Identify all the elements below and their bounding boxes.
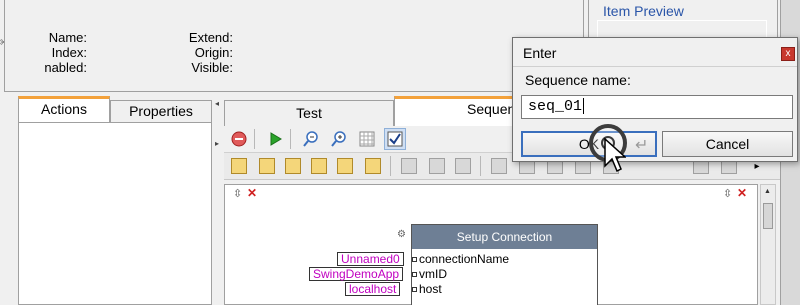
port-connector-icon <box>412 287 417 293</box>
play-icon <box>270 132 282 146</box>
port-name: connectionName <box>419 252 510 266</box>
zoom-in-icon <box>331 131 346 147</box>
sequence-name-value: seq_01 <box>528 98 583 115</box>
grid-button[interactable] <box>356 128 378 150</box>
distribute-horizontal-button[interactable] <box>398 155 420 177</box>
node-port[interactable]: vmID <box>412 267 447 281</box>
distribute-horizontal-icon <box>401 158 417 174</box>
zoom-in-button[interactable] <box>328 128 350 150</box>
tab-sequence[interactable]: Sequen <box>394 96 524 126</box>
dialog-title: Enter <box>523 45 557 61</box>
port-connector-icon <box>412 257 417 263</box>
port-name: vmID <box>419 267 447 281</box>
port-value-vmid[interactable]: SwingDemoApp <box>309 267 404 281</box>
align-bottom-icon <box>365 158 381 174</box>
sequence-canvas[interactable]: ⇳ ✕ ⇳ ✕ ⚙ Setup Connection connectionNam… <box>224 184 758 305</box>
align-top-icon <box>311 158 327 174</box>
tab-actions[interactable]: Actions <box>18 96 110 122</box>
setup-connection-node[interactable]: Setup Connection connectionName vmID hos… <box>411 224 598 305</box>
gear-icon[interactable]: ⚙ <box>397 229 406 240</box>
same-size-icon <box>455 158 471 174</box>
dialog-close-button[interactable]: x <box>781 47 795 61</box>
stop-record-icon <box>231 131 247 147</box>
close-icon[interactable]: ✕ <box>737 186 747 200</box>
layout-icon <box>491 158 507 174</box>
enter-sequence-dialog: Enter x Sequence name: seq_01 OK ↵ Cance… <box>512 37 798 162</box>
info-label-visible: Visible: <box>191 60 233 75</box>
actions-list[interactable] <box>18 122 212 305</box>
text-caret <box>583 98 585 115</box>
port-value-connectionname[interactable]: Unnamed0 <box>337 252 404 266</box>
expand-collapse-icon[interactable]: ⇳ <box>233 187 242 200</box>
align-right-icon <box>285 158 301 174</box>
port-connector-icon <box>412 272 417 278</box>
dialog-divider <box>513 66 797 67</box>
tab-properties[interactable]: Properties <box>110 100 212 122</box>
cancel-button[interactable]: Cancel <box>662 131 793 157</box>
align-center-button[interactable] <box>256 155 278 177</box>
snap-toggle-button[interactable] <box>384 128 406 150</box>
close-icon[interactable]: ✕ <box>247 186 257 200</box>
sequence-name-label: Sequence name: <box>525 72 631 88</box>
grid-icon <box>359 131 375 147</box>
port-value-host[interactable]: localhost <box>345 282 401 296</box>
item-preview-title: Item Preview <box>599 3 688 19</box>
mouse-pointer-icon <box>604 138 626 173</box>
align-bottom-button[interactable] <box>362 155 384 177</box>
sequence-name-input[interactable]: seq_01 <box>521 95 793 119</box>
info-panel: Name: Index: nabled: Extend: Origin: Vis… <box>4 0 584 92</box>
info-label-enabled: nabled: <box>44 60 87 75</box>
canvas-vertical-scrollbar[interactable]: ▲ <box>760 184 776 305</box>
scroll-up-icon[interactable]: ▲ <box>764 188 771 195</box>
info-label-index: Index: <box>51 45 87 60</box>
tab-test[interactable]: Test <box>224 100 394 126</box>
info-label-name: Name: <box>48 30 87 45</box>
port-name: host <box>419 282 442 296</box>
info-label-extend: Extend: <box>188 30 233 45</box>
align-left-icon <box>231 158 247 174</box>
info-label-origin: Origin: <box>194 45 233 60</box>
align-left-button[interactable] <box>228 155 250 177</box>
stop-record-button[interactable] <box>228 128 250 150</box>
enter-key-icon: ↵ <box>635 137 649 154</box>
play-button[interactable] <box>264 128 286 150</box>
align-top-button[interactable] <box>308 155 330 177</box>
align-right-button[interactable] <box>282 155 304 177</box>
align-center-icon <box>259 158 275 174</box>
same-size-button[interactable] <box>452 155 474 177</box>
distribute-vertical-icon <box>429 158 445 174</box>
node-port[interactable]: host <box>412 282 442 296</box>
node-port[interactable]: connectionName <box>412 252 509 266</box>
node-title: Setup Connection <box>412 225 597 249</box>
left-tab-pane: Actions Properties <box>18 96 214 305</box>
chevron-right-icon: ▸ <box>754 160 760 172</box>
align-middle-icon <box>337 158 353 174</box>
zoom-out-icon <box>303 131 318 147</box>
align-middle-button[interactable] <box>334 155 356 177</box>
split-divider-handle[interactable]: ◂ ▸ <box>215 100 223 160</box>
check-icon <box>387 131 403 147</box>
scrollbar-thumb[interactable] <box>763 203 773 229</box>
zoom-out-button[interactable] <box>300 128 322 150</box>
layout-button-1[interactable] <box>488 155 510 177</box>
distribute-vertical-button[interactable] <box>426 155 448 177</box>
expand-collapse-icon[interactable]: ⇳ <box>723 187 732 200</box>
